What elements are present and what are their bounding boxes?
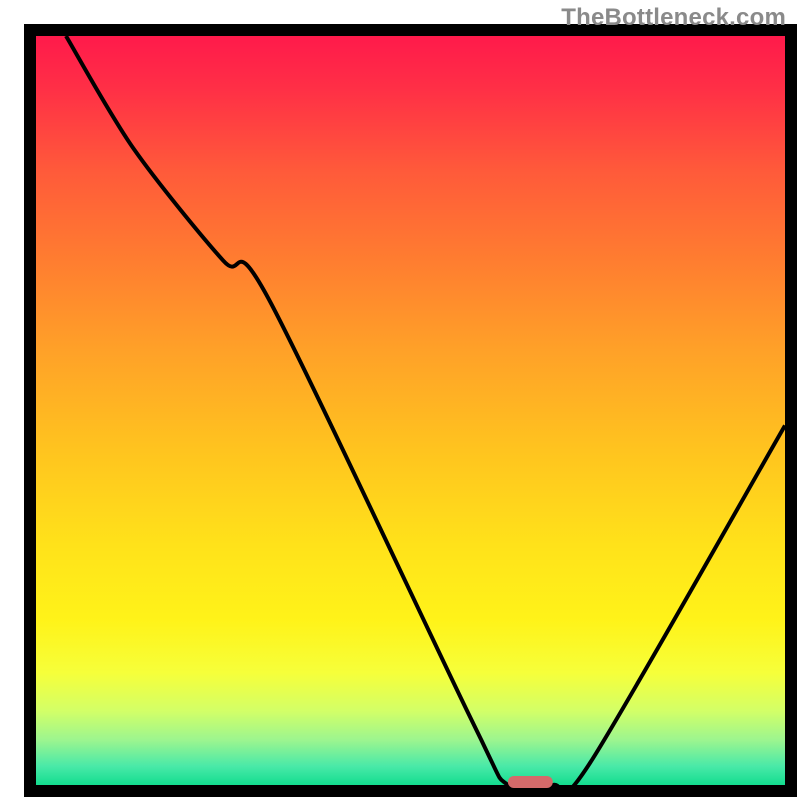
chart-frame: TheBottleneck.com: [0, 0, 800, 800]
watermark-text: TheBottleneck.com: [561, 4, 786, 32]
bottleneck-chart: [0, 0, 800, 800]
optimum-marker: [508, 776, 553, 788]
gradient-background: [36, 36, 785, 785]
